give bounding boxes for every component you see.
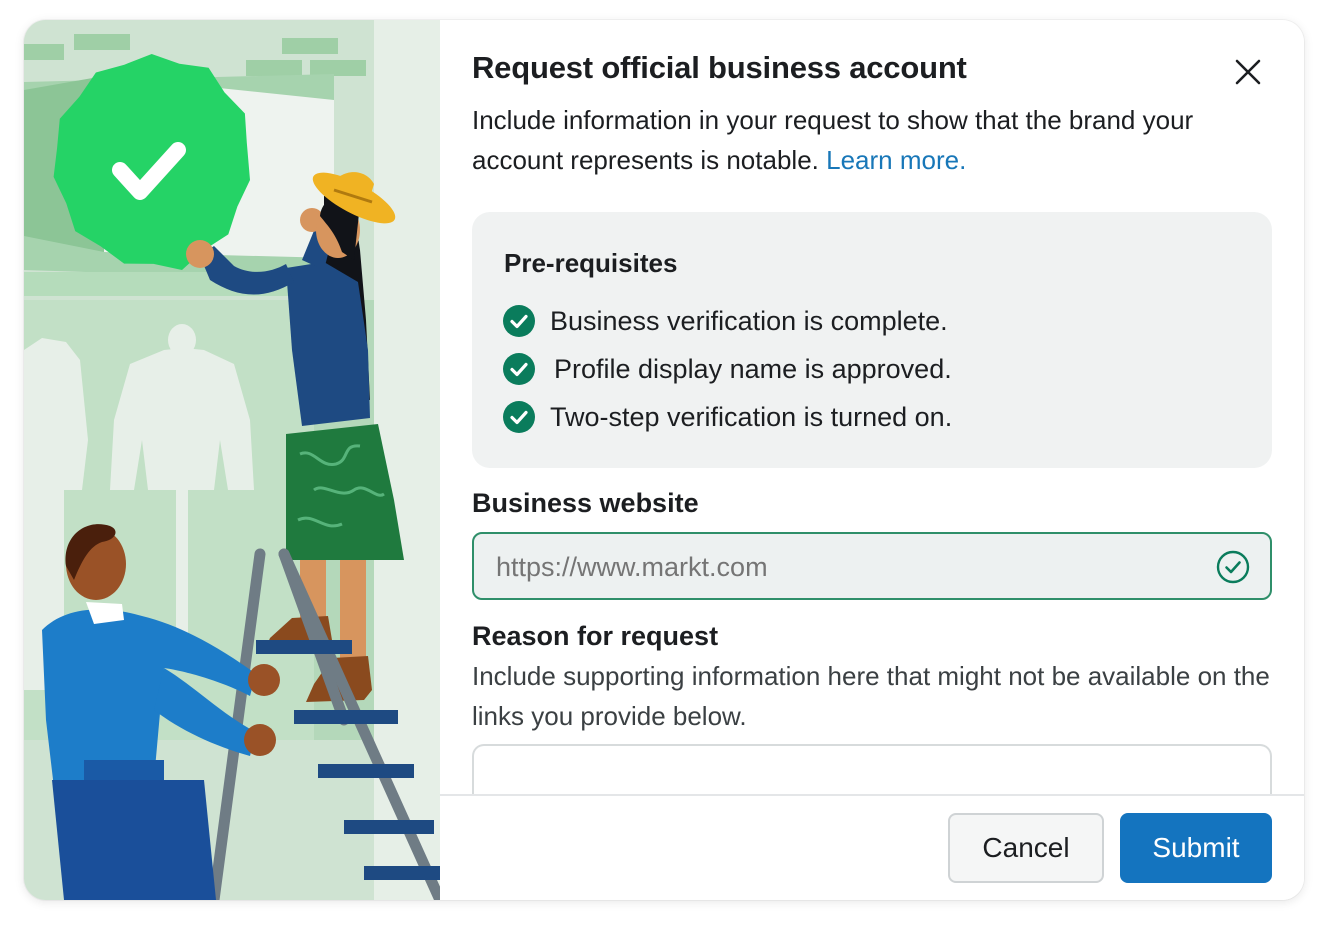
website-input[interactable] [494,534,1198,600]
hero-illustration [24,20,440,900]
close-icon [1235,59,1261,85]
dialog-content: Request official business account Includ… [440,20,1304,900]
prerequisites-title: Pre-requisites [504,248,678,278]
website-field [472,532,1272,600]
learn-more-link[interactable]: Learn more. [826,145,966,175]
dialog-title: Request official business account [472,50,967,85]
store-scene-illustration [24,20,440,900]
prerequisite-label: Business verification is complete. [550,305,948,336]
check-circle-icon [503,305,535,337]
prerequisite-item: Business verification is complete. [502,304,948,338]
dialog-intro: Include information in your request to s… [472,100,1252,180]
cancel-button[interactable]: Cancel [948,813,1104,883]
reason-description: Include supporting information here that… [472,661,1270,731]
valid-check-icon [1216,550,1250,584]
request-dialog: Request official business account Includ… [24,20,1304,900]
dialog-footer: Cancel Submit [440,794,1304,900]
prerequisite-label: Two-step verification is turned on. [550,401,953,432]
submit-button[interactable]: Submit [1120,813,1272,883]
check-circle-icon [503,401,535,433]
check-circle-icon [503,353,535,385]
reason-label: Reason for request [472,621,719,651]
prerequisite-item: Two-step verification is turned on. [502,400,952,434]
prerequisite-item: Profile display name is approved. [502,352,952,386]
website-label: Business website [472,488,699,518]
close-button[interactable] [1230,54,1266,90]
prerequisites-panel: Pre-requisites Business verification is … [472,212,1272,468]
prerequisite-label: Profile display name is approved. [554,353,952,384]
